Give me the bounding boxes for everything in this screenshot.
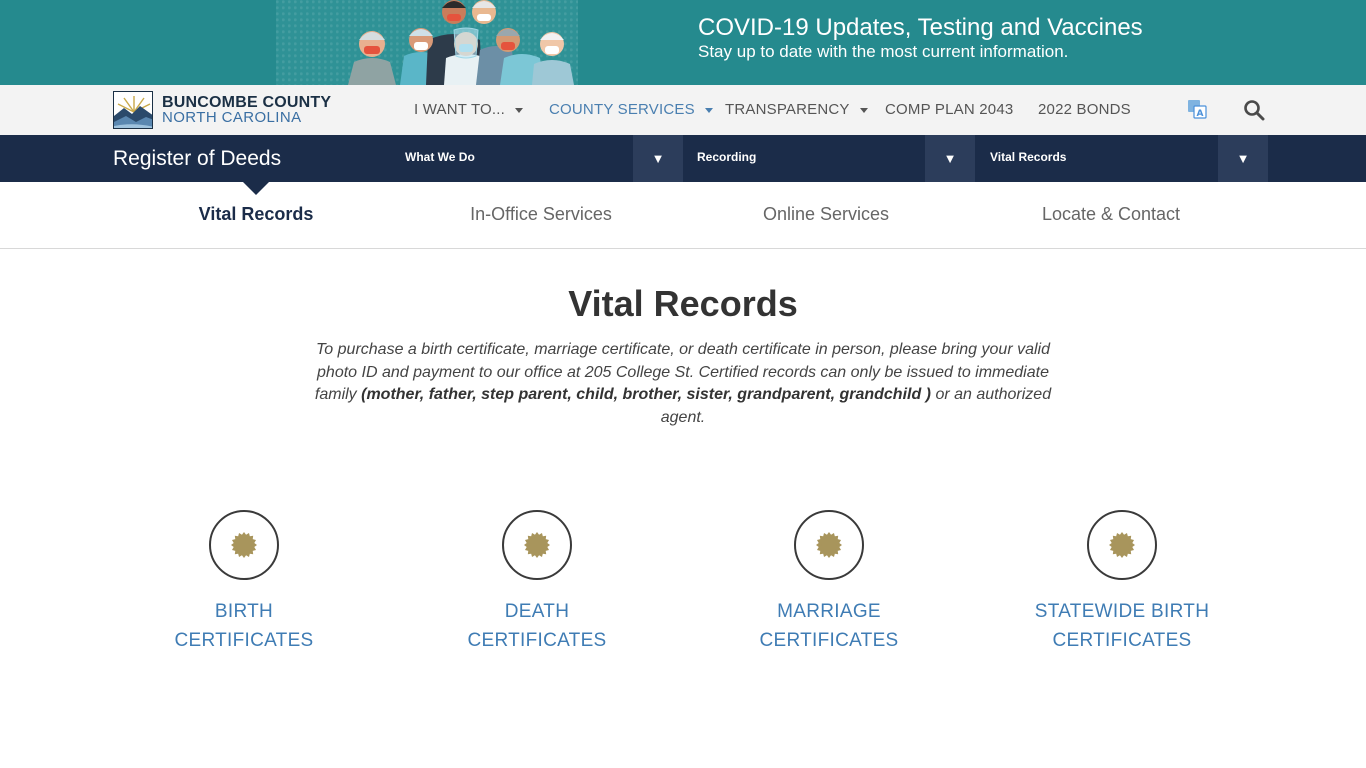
statewide-birth-certificates-link[interactable]: STATEWIDE BIRTH CERTIFICATES [1012, 510, 1232, 655]
seal-icon-circle [209, 510, 279, 580]
nav-comp-plan[interactable]: COMP PLAN 2043 [885, 101, 1013, 118]
card-label-line2: CERTIFICATES [759, 630, 899, 651]
logo-subtitle[interactable]: NORTH CAROLINA [162, 109, 302, 126]
vital-records-select-value: Vital Records [990, 150, 1067, 164]
page-title: Vital Records [568, 283, 798, 324]
chevron-down-icon [704, 107, 713, 113]
seal-icon-circle [1087, 510, 1157, 580]
card-label-line1: MARRIAGE [777, 601, 881, 622]
illustration-graphic [348, 0, 574, 85]
card-label-line2: CERTIFICATES [1052, 630, 1192, 651]
recording-select[interactable]: Recording ▼ [684, 135, 975, 182]
tab-online-services[interactable]: Online Services [763, 204, 889, 225]
seal-icon [231, 532, 257, 558]
statewide-birth-certificates-label: STATEWIDE BIRTH CERTIFICATES [1012, 597, 1232, 655]
death-certificates-link[interactable]: DEATH CERTIFICATES [427, 510, 647, 655]
county-logo-icon[interactable] [113, 91, 153, 129]
birth-certificates-link[interactable]: BIRTH CERTIFICATES [134, 510, 354, 655]
tab-in-office-services[interactable]: In-Office Services [470, 204, 612, 225]
what-we-do-select[interactable]: What We Do ▼ [392, 135, 683, 182]
seal-icon-circle [794, 510, 864, 580]
department-bar: Register of Deeds What We Do ▼ Recording… [0, 135, 1366, 182]
dropdown-arrow-icon[interactable]: ▼ [633, 135, 683, 182]
tab-locate-contact[interactable]: Locate & Contact [1042, 204, 1180, 225]
mountain-sun-graphic [114, 92, 152, 128]
card-label-line1: STATEWIDE BIRTH [1034, 601, 1210, 622]
active-section-pointer [243, 182, 269, 195]
nav-comp-plan-label: COMP PLAN 2043 [885, 101, 1014, 118]
nav-i-want-to-label: I WANT TO... [414, 101, 506, 118]
covid-banner-subtitle[interactable]: Stay up to date with the most current in… [698, 42, 1068, 62]
marriage-certificates-link[interactable]: MARRIAGE CERTIFICATES [719, 510, 939, 655]
nav-i-want-to[interactable]: I WANT TO... [414, 101, 524, 118]
nav-transparency[interactable]: TRANSPARENCY [725, 101, 868, 118]
recording-select-value: Recording [697, 150, 757, 164]
dropdown-arrow-icon[interactable]: ▼ [925, 135, 975, 182]
death-certificates-label: DEATH CERTIFICATES [427, 597, 647, 655]
what-we-do-select-value: What We Do [405, 150, 475, 164]
tab-vital-records[interactable]: Vital Records [199, 204, 314, 225]
nav-county-services-label: COUNTY SERVICES [549, 101, 695, 118]
seal-icon-circle [502, 510, 572, 580]
seal-icon [816, 532, 842, 558]
card-label-line2: CERTIFICATES [467, 630, 607, 651]
main-navigation: BUNCOMBE COUNTY NORTH CAROLINA I WANT TO… [0, 85, 1366, 135]
translate-icon[interactable]: A [1187, 98, 1207, 120]
chevron-down-icon [515, 107, 524, 113]
dropdown-arrow-icon[interactable]: ▼ [1218, 135, 1268, 182]
healthcare-workers-illustration [276, 0, 578, 85]
marriage-certificates-label: MARRIAGE CERTIFICATES [719, 597, 939, 655]
covid-banner[interactable]: COVID-19 Updates, Testing and Vaccines S… [0, 0, 1366, 85]
department-title[interactable]: Register of Deeds [113, 147, 281, 171]
covid-banner-title[interactable]: COVID-19 Updates, Testing and Vaccines [698, 14, 1143, 42]
intro-family-list: (mother, father, step parent, child, bro… [361, 386, 932, 403]
birth-certificates-label: BIRTH CERTIFICATES [134, 597, 354, 655]
section-tabs: Vital Records In-Office Services Online … [0, 182, 1366, 249]
nav-county-services[interactable]: COUNTY SERVICES [549, 101, 713, 118]
card-label-line2: CERTIFICATES [174, 630, 314, 651]
intro-paragraph: To purchase a birth certificate, marriag… [303, 339, 1063, 429]
seal-icon [1109, 532, 1135, 558]
card-label-line1: DEATH [504, 601, 570, 622]
nav-transparency-label: TRANSPARENCY [725, 101, 850, 118]
card-label-line1: BIRTH [214, 601, 274, 622]
seal-icon [524, 532, 550, 558]
chevron-down-icon [859, 107, 868, 113]
nav-bonds[interactable]: 2022 BONDS [1038, 101, 1131, 118]
vital-records-select[interactable]: Vital Records ▼ [977, 135, 1268, 182]
svg-text:A: A [1197, 109, 1204, 119]
nav-bonds-label: 2022 BONDS [1038, 101, 1131, 118]
search-icon[interactable] [1243, 99, 1265, 121]
